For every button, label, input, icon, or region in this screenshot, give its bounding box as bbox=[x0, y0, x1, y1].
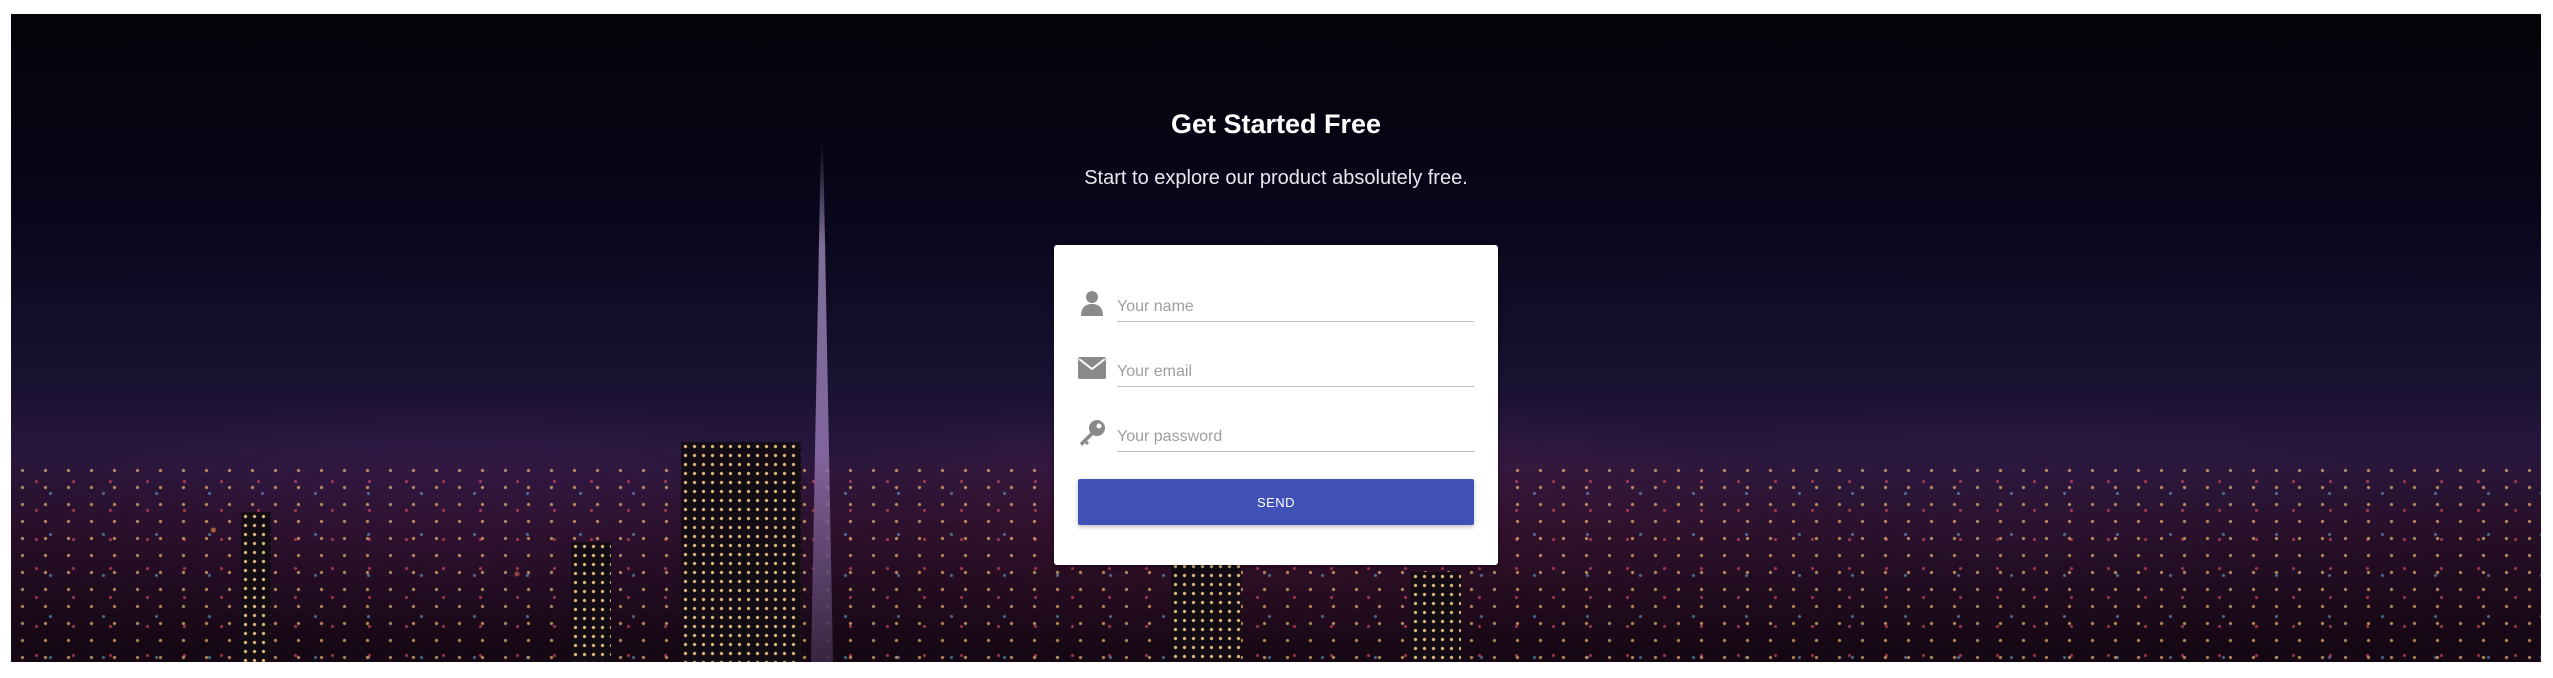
building bbox=[571, 542, 611, 662]
email-input[interactable] bbox=[1117, 358, 1474, 387]
page-title: Get Started Free bbox=[1170, 109, 1382, 139]
signup-card: SEND bbox=[1054, 245, 1498, 565]
building bbox=[681, 442, 801, 662]
name-input[interactable] bbox=[1117, 293, 1474, 322]
email-field-row bbox=[1078, 350, 1474, 390]
hero-section: Get Started Free Start to explore our pr… bbox=[11, 14, 2541, 662]
page-subtitle: Start to explore our product absolutely … bbox=[1084, 167, 1468, 189]
envelope-icon bbox=[1078, 354, 1106, 382]
password-input[interactable] bbox=[1117, 423, 1474, 452]
user-icon bbox=[1078, 289, 1106, 317]
name-field-row bbox=[1078, 285, 1474, 325]
send-button[interactable]: SEND bbox=[1078, 479, 1474, 525]
building bbox=[241, 512, 271, 662]
building bbox=[1411, 572, 1461, 662]
password-field-row bbox=[1078, 415, 1474, 455]
building bbox=[1171, 562, 1241, 662]
key-icon bbox=[1078, 419, 1106, 447]
